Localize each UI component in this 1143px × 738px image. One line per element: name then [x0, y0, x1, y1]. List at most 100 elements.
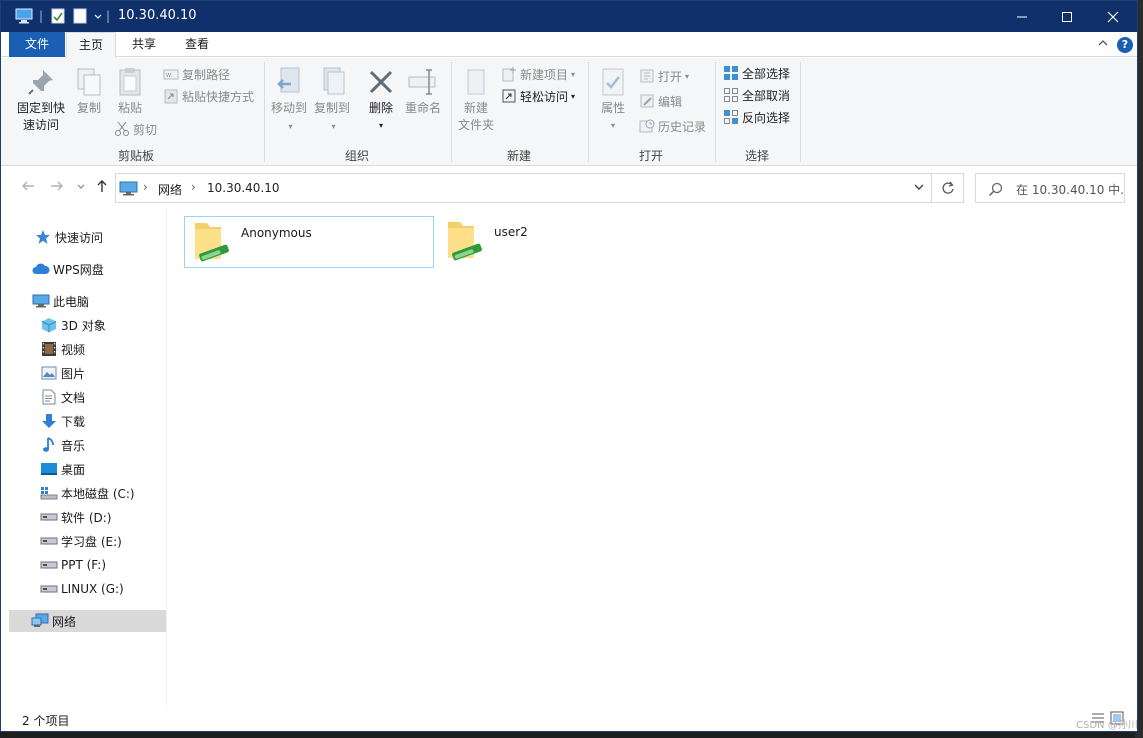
back-arrow-icon[interactable]	[21, 179, 35, 197]
nav-item-wps[interactable]: WPS网盘	[32, 258, 104, 280]
nav-item-downloads[interactable]: 下载	[40, 410, 85, 432]
new-folder-quick-icon[interactable]	[73, 7, 87, 25]
copy-to-button[interactable]: 复制到▾	[312, 66, 352, 135]
open-icon	[639, 68, 655, 84]
paste-shortcut-button[interactable]: 粘贴快捷方式	[163, 86, 254, 106]
search-placeholder: 在 10.30.40.10 中...	[1016, 183, 1124, 197]
document-icon	[40, 389, 58, 405]
edit-button[interactable]: 编辑	[639, 91, 682, 111]
close-button[interactable]	[1090, 1, 1136, 32]
nav-item-drive-f[interactable]: PPT (F:)	[40, 554, 106, 576]
copy-button[interactable]: 复制	[73, 66, 105, 117]
properties-quick-icon[interactable]	[51, 7, 65, 25]
copy-path-button[interactable]: W: 复制路径	[163, 64, 230, 84]
search-icon	[988, 181, 1004, 200]
nav-item-pictures[interactable]: 图片	[40, 362, 85, 384]
help-icon[interactable]: ?	[1117, 37, 1133, 53]
select-none-label: 全部取消	[742, 88, 791, 103]
new-folder-button[interactable]: 新建 文件夹	[456, 66, 496, 134]
select-none-button[interactable]: 全部取消	[723, 85, 790, 105]
select-group-label: 选择	[744, 149, 769, 163]
nav-item-drive-e[interactable]: 学习盘 (E:)	[40, 530, 122, 552]
system-drive-icon	[40, 485, 58, 501]
cut-label: 剪切	[133, 122, 158, 137]
breadcrumb-host[interactable]: 10.30.40.10	[207, 181, 280, 195]
invert-selection-button[interactable]: 反向选择	[723, 107, 790, 127]
nav-item-drive-c[interactable]: 本地磁盘 (C:)	[40, 482, 135, 504]
properties-label: 属性	[600, 101, 625, 115]
rename-icon	[407, 66, 439, 98]
minimize-button[interactable]	[999, 1, 1045, 32]
folder-name: Anonymous	[241, 226, 312, 240]
tab-view[interactable]: 查看	[173, 32, 221, 57]
easy-access-button[interactable]: 轻松访问 ▾	[501, 86, 575, 106]
folder-name: user2	[494, 225, 528, 239]
breadcrumb-chevron-icon[interactable]: ›	[191, 180, 196, 194]
navigation-pane: 快速访问 WPS网盘 此电脑 3D 对象 视频 图片 文档 下载 音乐 桌面 本…	[1, 209, 167, 706]
history-button[interactable]: 历史记录	[639, 116, 706, 136]
shared-folder-tile[interactable]: user2	[438, 216, 688, 268]
paste-button[interactable]: 粘贴	[113, 66, 147, 117]
nav-item-drive-g[interactable]: LINUX (G:)	[40, 578, 124, 600]
delete-label: 删除	[368, 101, 393, 115]
customize-quick-access-icon[interactable]	[93, 7, 103, 25]
address-bar[interactable]: › 网络 › 10.30.40.10	[115, 173, 932, 203]
select-all-button[interactable]: 全部选择	[723, 63, 790, 83]
drive-icon	[40, 581, 58, 597]
move-to-label: 移动到▾	[270, 101, 307, 131]
select-none-icon	[723, 87, 739, 103]
nav-item-drive-d[interactable]: 软件 (D:)	[40, 506, 111, 528]
move-to-button[interactable]: 移动到▾	[269, 66, 309, 135]
nav-item-this-pc[interactable]: 此电脑	[32, 290, 89, 312]
nav-label: 桌面	[61, 462, 86, 477]
cut-button[interactable]: 剪切	[114, 119, 157, 139]
up-arrow-icon[interactable]	[95, 179, 109, 197]
open-group-label: 打开	[638, 149, 663, 163]
nav-item-quick-access[interactable]: 快速访问	[34, 226, 103, 248]
nav-item-music[interactable]: 音乐	[40, 434, 85, 456]
nav-label: 此电脑	[53, 294, 90, 309]
organize-group-label: 组织	[344, 149, 369, 163]
tab-file[interactable]: 文件	[9, 32, 65, 57]
svg-text:W:: W:	[166, 73, 173, 79]
copy-to-label: 复制到▾	[313, 101, 350, 131]
nav-item-documents[interactable]: 文档	[40, 386, 85, 408]
pin-to-quick-access-button[interactable]: 固定到快 速访问	[13, 66, 69, 134]
ribbon-divider	[715, 62, 716, 162]
nav-item-3d-objects[interactable]: 3D 对象	[40, 314, 106, 336]
breadcrumb-chevron-icon[interactable]: ›	[143, 180, 148, 194]
refresh-button[interactable]	[932, 173, 964, 203]
recent-locations-chevron-icon[interactable]	[76, 179, 86, 197]
search-box[interactable]: 在 10.30.40.10 中...	[975, 173, 1125, 203]
shared-folder-tile[interactable]: Anonymous	[184, 216, 434, 268]
rename-button[interactable]: 重命名	[403, 66, 443, 117]
nav-item-desktop[interactable]: 桌面	[40, 458, 85, 480]
open-label: 打开	[658, 69, 683, 84]
tab-home[interactable]: 主页	[66, 32, 116, 58]
nav-item-network[interactable]: 网络	[9, 610, 166, 632]
cube-3d-icon	[40, 317, 58, 333]
invert-selection-label: 反向选择	[742, 110, 791, 125]
status-bar: 2 个项目	[1, 706, 1137, 731]
nav-label: 快速访问	[55, 230, 104, 245]
open-button[interactable]: 打开 ▾	[639, 66, 689, 86]
shared-folder-icon	[191, 219, 235, 270]
address-dropdown-icon[interactable]	[913, 180, 925, 197]
tab-share[interactable]: 共享	[121, 32, 167, 57]
invert-selection-icon	[723, 109, 739, 125]
picture-icon	[40, 365, 58, 381]
breadcrumb-network[interactable]: 网络	[158, 181, 182, 198]
copy-icon	[73, 66, 105, 98]
forward-arrow-icon[interactable]	[50, 179, 64, 197]
collapse-ribbon-icon[interactable]	[1097, 37, 1109, 52]
nav-item-videos[interactable]: 视频	[40, 338, 85, 360]
maximize-button[interactable]	[1044, 1, 1090, 32]
delete-button[interactable]: 删除 ▾	[364, 66, 398, 134]
pin-label-2: 速访问	[22, 118, 59, 132]
pin-icon	[25, 66, 57, 98]
refresh-icon	[941, 181, 954, 194]
new-item-button[interactable]: 新建项目 ▾	[501, 64, 575, 84]
properties-button[interactable]: 属性 ▾	[595, 66, 631, 134]
ribbon-divider	[588, 62, 589, 162]
nav-label: PPT (F:)	[61, 558, 106, 572]
